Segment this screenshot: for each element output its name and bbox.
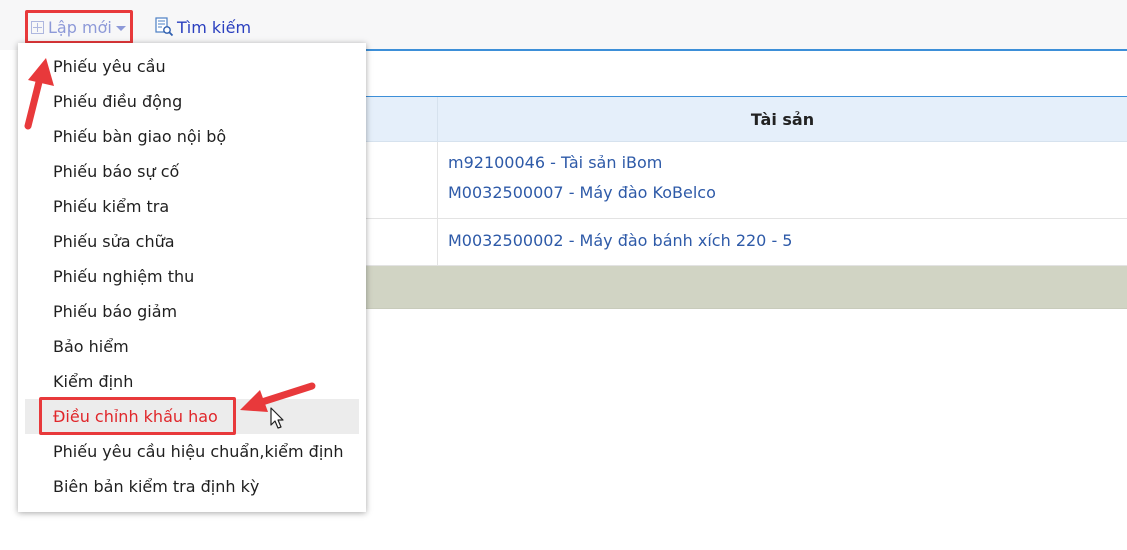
menu-item-dispatch[interactable]: Phiếu điều động [25, 84, 359, 119]
new-menu-dropdown: Phiếu yêu cầu Phiếu điều động Phiếu bàn … [18, 43, 366, 512]
search-document-icon [155, 17, 174, 37]
search-button[interactable]: Tìm kiếm [154, 15, 251, 39]
page: Lập mới Tìm kiếm Tài sản m92100046 - Tài… [0, 0, 1127, 550]
mouse-cursor-icon [270, 407, 284, 429]
menu-item-depreciation-adjustment[interactable]: Điều chỉnh khấu hao [25, 399, 359, 434]
chevron-down-icon [115, 26, 126, 31]
menu-item-request[interactable]: Phiếu yêu cầu [25, 49, 359, 84]
menu-item-reduction-report[interactable]: Phiếu báo giảm [25, 294, 359, 329]
column-divider [437, 142, 438, 218]
grid-footer [362, 266, 1127, 309]
new-button[interactable]: Lập mới [25, 10, 133, 44]
menu-item-insurance[interactable]: Bảo hiểm [25, 329, 359, 364]
menu-item-calibration-request[interactable]: Phiếu yêu cầu hiệu chuẩn,kiểm định [25, 434, 359, 469]
asset-link[interactable]: m92100046 - Tài sản iBom [448, 153, 662, 172]
menu-item-incident-report[interactable]: Phiếu báo sự cố [25, 154, 359, 189]
menu-item-internal-handover[interactable]: Phiếu bàn giao nội bộ [25, 119, 359, 154]
grid-header: Tài sản [362, 96, 1127, 142]
menu-item-acceptance[interactable]: Phiếu nghiệm thu [25, 259, 359, 294]
search-button-label: Tìm kiếm [177, 17, 252, 37]
menu-item-periodic-inspection[interactable]: Biên bản kiểm tra định kỳ [25, 469, 359, 504]
column-divider [437, 219, 438, 265]
asset-link[interactable]: M0032500007 - Máy đào KoBelco [448, 183, 716, 202]
menu-item-repair[interactable]: Phiếu sửa chữa [25, 224, 359, 259]
column-header-asset[interactable]: Tài sản [438, 97, 1127, 141]
menu-item-verification[interactable]: Kiểm định [25, 364, 359, 399]
table-row[interactable]: M0032500002 - Máy đào bánh xích 220 - 5 [362, 219, 1127, 266]
table-row[interactable]: m92100046 - Tài sản iBom M0032500007 - M… [362, 142, 1127, 219]
asset-link[interactable]: M0032500002 - Máy đào bánh xích 220 - 5 [448, 231, 792, 250]
grid-filter-strip [362, 51, 1127, 96]
plus-icon [31, 20, 44, 34]
menu-item-inspection[interactable]: Phiếu kiểm tra [25, 189, 359, 224]
new-button-label: Lập mới [48, 17, 112, 37]
